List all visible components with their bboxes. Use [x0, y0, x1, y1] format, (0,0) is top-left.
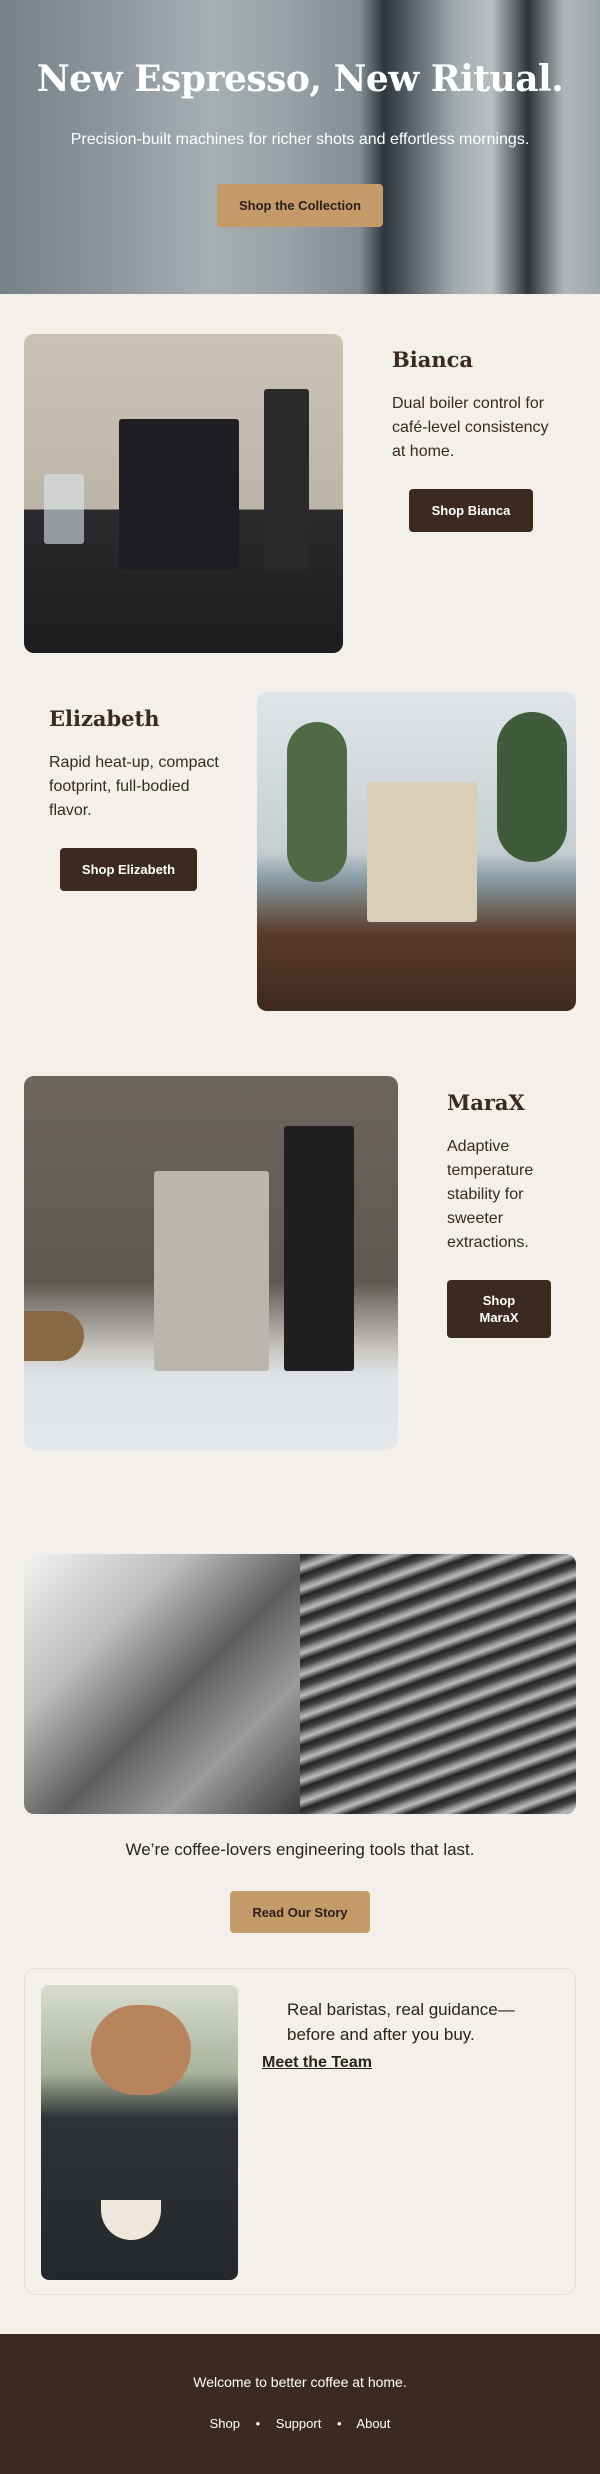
hero-banner: New Espresso, New Ritual. Precision-buil… — [0, 0, 600, 294]
elizabeth-name: Elizabeth — [49, 706, 160, 731]
footer-link-about[interactable]: About — [356, 2416, 390, 2431]
barista-tamping-image — [24, 1554, 300, 1814]
team-card: Real baristas, real guidance—before and … — [24, 1968, 576, 2295]
marax-description: Adaptive temperature stability for sweet… — [447, 1138, 534, 1251]
hero-subtitle: Precision-built machines for richer shot… — [70, 131, 530, 148]
portafilter-rack-image — [300, 1554, 576, 1814]
bianca-name: Bianca — [392, 347, 473, 372]
team-text: Real baristas, real guidance—before and … — [287, 2000, 515, 2044]
footer-link-support[interactable]: Support — [276, 2416, 322, 2431]
footer: Welcome to better coffee at home. Shop •… — [0, 2334, 600, 2474]
bianca-image — [24, 334, 343, 653]
shop-marax-button[interactable]: Shop MaraX — [447, 1280, 551, 1338]
elizabeth-image — [257, 692, 576, 1011]
shop-collection-button[interactable]: Shop the Collection — [217, 184, 383, 227]
marax-image — [24, 1076, 398, 1450]
story-text: We’re coffee-lovers engineering tools th… — [125, 1840, 475, 1859]
footer-separator: • — [336, 2416, 342, 2431]
footer-link-shop[interactable]: Shop — [210, 2416, 240, 2431]
footer-nav: Shop • Support • About — [0, 2416, 600, 2431]
hero-title: New Espresso, New Ritual. — [36, 58, 564, 100]
footer-separator: • — [255, 2416, 261, 2431]
elizabeth-description: Rapid heat-up, compact footprint, full-b… — [49, 754, 219, 819]
meet-team-link[interactable]: Meet the Team — [262, 2054, 372, 2072]
footer-tagline: Welcome to better coffee at home. — [193, 2374, 407, 2390]
read-story-button[interactable]: Read Our Story — [230, 1891, 370, 1933]
marax-name: MaraX — [447, 1090, 525, 1115]
barista-image — [41, 1985, 238, 2280]
shop-elizabeth-button[interactable]: Shop Elizabeth — [60, 848, 197, 891]
bianca-description: Dual boiler control for café-level consi… — [392, 395, 549, 460]
shop-bianca-button[interactable]: Shop Bianca — [409, 489, 533, 532]
craftsmanship-collage — [24, 1554, 576, 1814]
